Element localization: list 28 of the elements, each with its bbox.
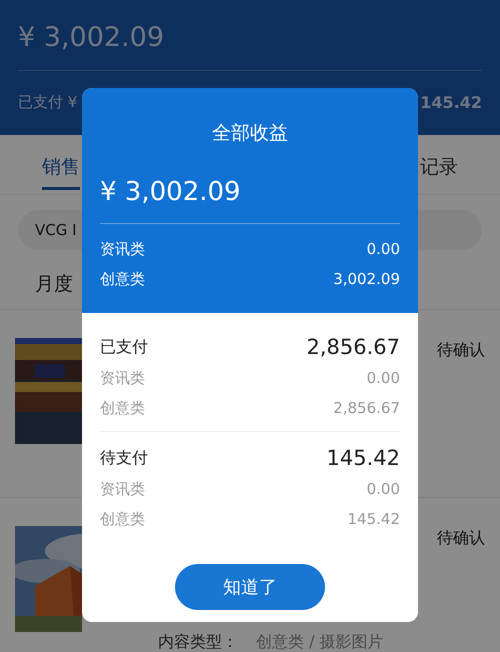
period-label: 月度 [35,272,73,296]
status-label: 待确认 [437,339,485,361]
paid-label: 已支付 ¥ [18,92,78,113]
total-amount: ¥ 3,002.09 [18,21,165,55]
category-value: 0.00 [366,479,400,500]
category-value: 3,002.09 [333,269,400,290]
pending-amount: 145.42 [420,92,482,114]
category-label: 资讯类 [100,239,145,260]
category-value: 0.00 [366,368,400,389]
content-type-label: 内容类型： [158,632,238,651]
group-label: 待支付 [100,447,148,469]
category-label: 创意类 [100,269,145,290]
category-value: 145.42 [348,509,400,530]
total-amount: ¥ 3,002.09 [100,176,242,209]
category-value: 0.00 [366,239,400,260]
group-label: 已支付 [100,336,148,358]
category-label: 资讯类 [100,479,145,500]
category-label: 创意类 [100,509,145,530]
category-label: 资讯类 [100,368,145,389]
tab[interactable]: 记录 [420,135,458,190]
category-label: 创意类 [100,398,145,419]
content-type-value: 创意类 / 摄影图片 [256,632,384,651]
dialog-title: 全部收益 [211,121,289,146]
status-label: 待确认 [437,527,485,549]
group-amount: 2,856.67 [306,334,400,361]
group-amount: 145.42 [326,445,400,472]
category-value: 2,856.67 [333,398,400,419]
confirm-button[interactable]: 知道了 [175,564,325,610]
